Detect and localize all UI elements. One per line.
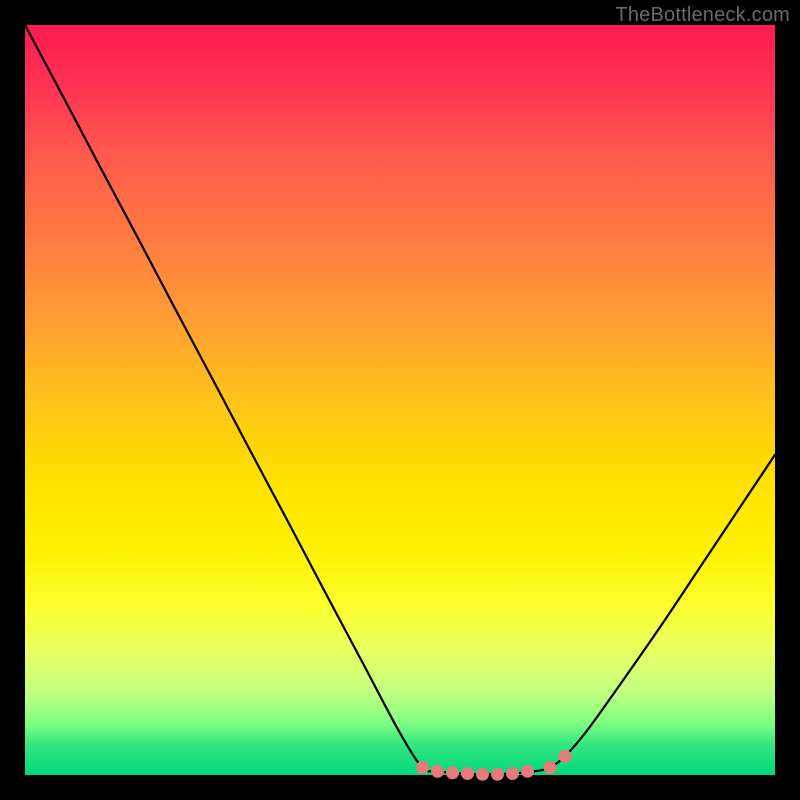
optimal-marker: [522, 765, 534, 777]
optimal-marker: [462, 768, 474, 780]
curve-svg: [25, 25, 775, 775]
plot-area: [25, 25, 775, 775]
optimal-marker: [447, 767, 459, 779]
optimal-marker: [417, 762, 429, 774]
optimal-marker: [507, 768, 519, 780]
optimal-marker: [492, 768, 504, 780]
optimal-range-markers: [417, 750, 572, 780]
watermark-text: TheBottleneck.com: [615, 4, 790, 27]
optimal-marker: [544, 762, 556, 774]
optimal-marker: [477, 768, 489, 780]
chart-container: TheBottleneck.com: [0, 0, 800, 800]
optimal-marker: [432, 765, 444, 777]
optimal-marker: [559, 750, 571, 762]
bottleneck-curve: [25, 25, 775, 774]
